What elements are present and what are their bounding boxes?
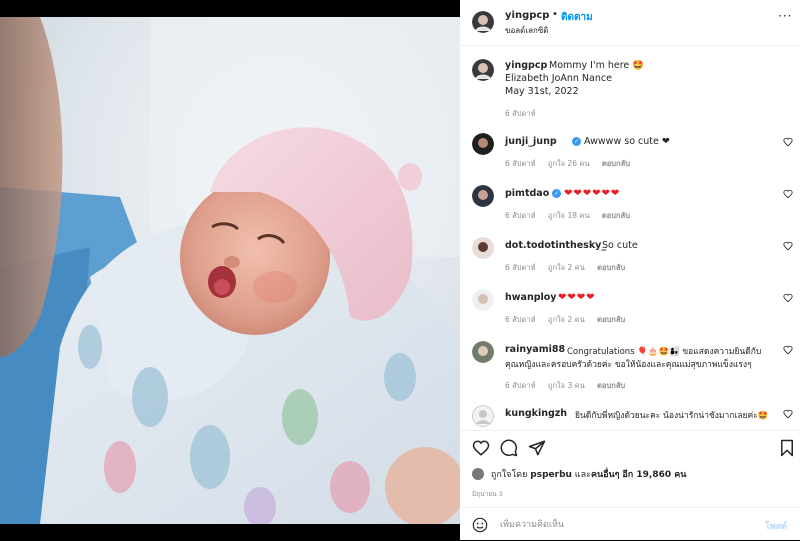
comment-icon[interactable] (500, 439, 518, 457)
reply-button[interactable]: ตอบกลับ (602, 159, 630, 168)
comment-body: ❤❤❤❤❤❤ (564, 188, 621, 199)
like-count[interactable]: อีก 19,860 คน (622, 470, 686, 480)
heart-icon[interactable] (783, 293, 793, 303)
comment-username[interactable]: hwanploy (505, 292, 557, 303)
comment-item: kungkingzh ยินดีกับพี่หญิงด้วยนะคะ น้องน… (460, 400, 800, 430)
comment-item: hwanploy ❤❤❤❤ 6 สัปดาห์ ถูกใจ 2 คน ตอบกล… (460, 284, 800, 336)
comments-list[interactable]: junji_junp ✓ Awwww so cute ❤ 6 สัปดาห์ ถ… (460, 128, 800, 430)
reply-button[interactable]: ตอบกลับ (597, 263, 625, 272)
avatar[interactable] (472, 133, 494, 155)
bookmark-icon[interactable] (778, 439, 796, 457)
comment-body: ยินดีกับพี่หญิงด้วยนะคะ น้องน่ารักน่าชัง… (575, 411, 769, 421)
comment-text: ✓ ❤❤❤❤❤❤ (550, 188, 620, 199)
avatar[interactable] (472, 405, 494, 427)
liked-by-label: ถูกใจโดย (490, 470, 528, 480)
comment-item: junji_junp ✓ Awwww so cute ❤ 6 สัปดาห์ ถ… (460, 128, 800, 180)
comment-body: ❤❤❤❤ (558, 292, 596, 303)
comment-body: Congratulations 🎈🎂🤩👩‍👧 ขอแสดงความยินดีกั… (567, 347, 762, 357)
comment-likes[interactable]: ถูกใจ 18 คน (548, 211, 590, 220)
instagram-post-modal: yingpcp • ติดตาม ขอลด์เลกซิดิ ··· yingpc… (0, 0, 800, 540)
avatar[interactable] (472, 341, 494, 363)
liked-by-summary: ถูกใจโดย psperbu และคนอื่นๆ อีก 19,860 ค… (472, 467, 686, 481)
verified-badge-icon: ✓ (552, 189, 561, 198)
post-photo[interactable] (0, 17, 460, 524)
post-details-panel: yingpcp • ติดตาม ขอลด์เลกซิดิ ··· yingpc… (460, 0, 800, 540)
comment-meta: 6 สัปดาห์ ถูกใจ 2 คน ตอบกลับ (505, 314, 635, 326)
heart-icon[interactable] (783, 241, 793, 251)
comment-body-line: คุณหญิงและครอบครัวด้วยค่ะ ขอให้น้องและคุ… (505, 360, 752, 370)
reply-button[interactable]: ตอบกลับ (597, 381, 625, 390)
follow-button[interactable]: ติดตาม (561, 10, 593, 25)
reply-button[interactable]: ตอบกลับ (597, 315, 625, 324)
comment-item: rainyami88 Congratulations 🎈🎂🤩👩‍👧 ขอแสดง… (460, 336, 800, 396)
comment-time[interactable]: 6 สัปดาห์ (505, 159, 536, 168)
post-actions: ถูกใจโดย psperbu และคนอื่นๆ อีก 19,860 ค… (460, 430, 800, 534)
verified-badge-icon: ✓ (572, 137, 581, 146)
avatar[interactable] (472, 468, 484, 480)
avatar[interactable] (472, 289, 494, 311)
comment-time[interactable]: 6 สัปดาห์ (505, 315, 536, 324)
liked-by-user[interactable]: psperbu (530, 470, 572, 480)
comment-input[interactable] (500, 518, 730, 532)
comment-item: dot.todotinthesky_ So cute 6 สัปดาห์ ถูก… (460, 232, 800, 284)
comment-username[interactable]: kungkingzh (505, 408, 567, 419)
emoji-icon[interactable] (472, 517, 488, 533)
liked-by-and: และ (574, 470, 591, 480)
post-comment-button[interactable]: โพสต์ (765, 519, 787, 533)
comment-likes[interactable]: ถูกใจ 3 คน (548, 381, 585, 390)
comment-meta: 6 สัปดาห์ ถูกใจ 26 คน ตอบกลับ (505, 158, 640, 170)
add-comment-bar: โพสต์ (460, 507, 800, 541)
caption-timestamp[interactable]: 6 สัปดาห์ (505, 108, 536, 120)
comment-text: ✓ Awwww so cute ❤ (570, 136, 670, 147)
comment-body: So cute (602, 240, 638, 251)
share-icon[interactable] (528, 439, 546, 457)
comment-username[interactable]: pimtdao (505, 188, 549, 199)
heart-icon[interactable] (783, 189, 793, 199)
heart-icon[interactable] (783, 409, 793, 419)
avatar[interactable] (472, 185, 494, 207)
newborn-baby-photo (0, 17, 460, 524)
avatar[interactable] (472, 237, 494, 259)
comment-meta: 6 สัปดาห์ ถูกใจ 3 คน ตอบกลับ (505, 380, 635, 392)
comment-username[interactable]: dot.todotinthesky_ (505, 240, 606, 251)
heart-icon[interactable] (783, 345, 793, 355)
post-date[interactable]: มิถุนายน 3 (472, 489, 503, 499)
comment-meta: 6 สัปดาห์ ถูกใจ 18 คน ตอบกลับ (505, 210, 640, 222)
comment-time[interactable]: 6 สัปดาห์ (505, 381, 536, 390)
more-options-icon[interactable]: ··· (778, 9, 792, 23)
reply-button[interactable]: ตอบกลับ (602, 211, 630, 220)
comment-time[interactable]: 6 สัปดาห์ (505, 211, 536, 220)
avatar[interactable] (472, 11, 494, 33)
post-author-username[interactable]: yingpcp (505, 10, 549, 21)
comment-likes[interactable]: ถูกใจ 26 คน (548, 159, 590, 168)
caption-line: May 31st, 2022 (505, 86, 579, 97)
comment-time[interactable]: 6 สัปดาห์ (505, 263, 536, 272)
heart-icon[interactable] (783, 137, 793, 147)
liked-by-others-link[interactable]: คนอื่นๆ (591, 470, 620, 480)
post-location[interactable]: ขอลด์เลกซิดิ (505, 24, 548, 37)
caption-text: Mommy I'm here 🤩 (549, 60, 645, 71)
heart-icon[interactable] (472, 439, 490, 457)
comment-meta: 6 สัปดาห์ ถูกใจ 2 คน ตอบกลับ (505, 262, 635, 274)
post-caption: yingpcp Mommy I'm here 🤩 Elizabeth JoAnn… (460, 56, 800, 126)
caption-username[interactable]: yingpcp (505, 60, 547, 71)
comment-body: Awwww so cute ❤ (584, 136, 670, 147)
comment-username[interactable]: rainyami88 (505, 344, 565, 355)
comment-likes[interactable]: ถูกใจ 2 คน (548, 315, 585, 324)
comment-item: pimtdao ✓ ❤❤❤❤❤❤ 6 สัปดาห์ ถูกใจ 18 คน ต… (460, 180, 800, 232)
comment-username[interactable]: junji_junp (505, 136, 557, 147)
comment-likes[interactable]: ถูกใจ 2 คน (548, 263, 585, 272)
avatar[interactable] (472, 59, 494, 81)
post-header: yingpcp • ติดตาม ขอลด์เลกซิดิ ··· (460, 0, 800, 46)
separator-dot: • (552, 9, 558, 20)
caption-line: Elizabeth JoAnn Nance (505, 73, 612, 84)
